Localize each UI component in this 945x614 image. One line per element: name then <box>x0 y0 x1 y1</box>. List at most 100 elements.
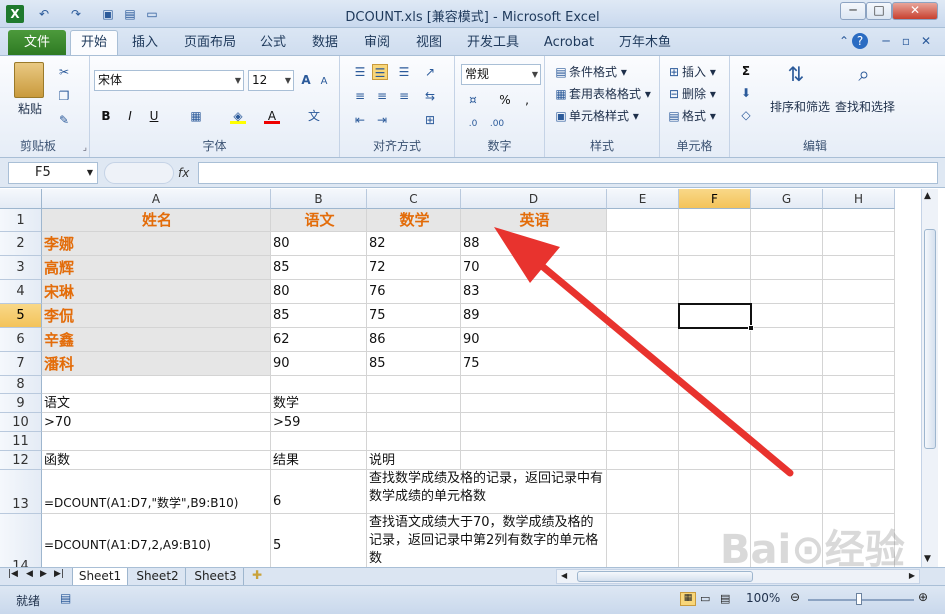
increase-indent-icon[interactable]: ⇥ <box>374 112 390 128</box>
insert-cells-button[interactable]: ⊞ 插入 ▾ <box>666 63 716 80</box>
group-font: 宋体 ▼ 12 ▼ A A B I U ▦ ◈ A 文 字体 <box>90 56 340 157</box>
font-size-combo[interactable]: 12 ▼ <box>248 70 294 91</box>
normal-view-icon[interactable]: ▦ <box>680 592 696 606</box>
zoom-out-icon[interactable]: ⊖ <box>790 590 800 604</box>
tab-insert[interactable]: 插入 <box>124 32 166 54</box>
close-button[interactable]: ✕ <box>892 2 938 20</box>
orientation-icon[interactable]: ↗ <box>422 64 438 80</box>
underline-button[interactable]: U <box>146 108 162 124</box>
format-as-table-button[interactable]: ▦ 套用表格格式 ▾ <box>553 85 651 102</box>
insert-cells-label: 插入 <box>682 65 707 79</box>
tab-review[interactable]: 审阅 <box>358 32 396 54</box>
tab-file[interactable]: 文件 <box>8 30 66 55</box>
horizontal-scrollbar[interactable]: ◀ ▶ <box>556 569 920 584</box>
formula-bar-handle[interactable] <box>104 162 174 184</box>
wrap-text-icon[interactable]: ⇆ <box>422 88 438 104</box>
paste-icon[interactable] <box>14 62 44 98</box>
font-name-combo[interactable]: 宋体 ▼ <box>94 70 244 91</box>
scroll-right-icon[interactable]: ▶ <box>909 571 915 580</box>
sheet-tab-1[interactable]: Sheet1 <box>72 568 128 585</box>
decrease-indent-icon[interactable]: ⇤ <box>352 112 368 128</box>
tab-data[interactable]: 数据 <box>306 32 344 54</box>
doc-minimize-icon[interactable]: ─ <box>878 33 894 49</box>
find-select-icon[interactable]: ⌕ <box>850 62 878 94</box>
sheet-tab-2[interactable]: Sheet2 <box>130 568 186 585</box>
cut-icon[interactable]: ✂ <box>56 64 72 80</box>
insert-function-icon[interactable]: fx <box>178 166 189 180</box>
collapse-ribbon-icon[interactable]: ⌃ <box>836 33 852 49</box>
scroll-thumb[interactable] <box>924 229 936 449</box>
fill-icon[interactable]: ⬇ <box>738 85 754 101</box>
delete-cells-button[interactable]: ⊟ 删除 ▾ <box>666 85 716 102</box>
align-left-icon[interactable]: ≡ <box>352 88 368 104</box>
zoom-level[interactable]: 100% <box>746 591 780 605</box>
paste-button[interactable]: 粘贴 <box>18 100 42 117</box>
decrease-decimal-icon[interactable]: .00 <box>489 116 505 132</box>
scroll-up-icon[interactable]: ▲ <box>924 191 931 201</box>
tab-formulas[interactable]: 公式 <box>254 32 292 54</box>
bold-button[interactable]: B <box>98 108 114 124</box>
tab-acrobat[interactable]: Acrobat <box>540 32 598 54</box>
tab-wannian[interactable]: 万年木鱼 <box>614 32 676 54</box>
last-sheet-icon[interactable]: ▶| <box>54 569 64 579</box>
prev-sheet-icon[interactable]: ◀ <box>26 569 33 579</box>
sort-filter-icon[interactable]: ⇅ <box>782 62 810 94</box>
clear-icon[interactable]: ◇ <box>738 107 754 123</box>
borders-icon[interactable]: ▦ <box>188 108 204 124</box>
align-bottom-icon[interactable]: ☰ <box>396 64 412 80</box>
tab-home[interactable]: 开始 <box>70 30 118 56</box>
align-middle-icon[interactable]: ☰ <box>372 64 388 80</box>
help-icon[interactable]: ? <box>852 33 868 49</box>
percent-button[interactable]: % <box>497 92 513 108</box>
page-layout-view-icon[interactable]: ▭ <box>700 592 710 605</box>
format-cells-button[interactable]: ▤ 格式 ▾ <box>666 107 716 124</box>
name-box[interactable]: F5 ▼ <box>8 162 98 184</box>
maximize-button[interactable]: □ <box>866 2 892 20</box>
align-right-icon[interactable]: ≡ <box>396 88 412 104</box>
tab-page-layout[interactable]: 页面布局 <box>178 32 242 54</box>
currency-icon[interactable]: ¤ <box>465 92 481 108</box>
phonetic-icon[interactable]: 文 <box>306 108 322 124</box>
first-sheet-icon[interactable]: |◀ <box>8 569 18 579</box>
zoom-slider[interactable] <box>808 593 914 605</box>
cell-styles-button[interactable]: ▣ 单元格样式 ▾ <box>553 107 639 124</box>
scroll-down-icon[interactable]: ▼ <box>924 554 931 564</box>
macro-record-icon[interactable]: ▤ <box>60 591 71 605</box>
doc-restore-icon[interactable]: ▫ <box>898 33 914 49</box>
sheet-tab-3[interactable]: Sheet3 <box>188 568 244 585</box>
align-center-icon[interactable]: ≡ <box>374 88 390 104</box>
next-sheet-icon[interactable]: ▶ <box>40 569 47 579</box>
formula-input[interactable] <box>198 162 938 184</box>
tab-developer[interactable]: 开发工具 <box>462 32 524 54</box>
italic-button[interactable]: I <box>122 108 138 124</box>
worksheet-grid[interactable]: ABCDEFGH 1 2 3 4 5 6 7 8 9 10 11 12 13 14 姓名 语文 数学 英语 李娜 8… <box>0 189 945 567</box>
fill-color-icon[interactable]: ◈ <box>230 108 246 124</box>
sort-filter-button[interactable]: 排序和筛选 <box>770 98 830 115</box>
doc-close-icon[interactable]: ✕ <box>918 33 934 49</box>
grow-font-icon[interactable]: A <box>298 72 314 88</box>
increase-decimal-icon[interactable]: .0 <box>465 116 481 132</box>
number-format-combo[interactable]: 常规 ▼ <box>461 64 541 85</box>
insert-sheet-icon[interactable]: ✚ <box>252 568 262 582</box>
copy-icon[interactable]: ❐ <box>56 88 72 104</box>
hscroll-thumb[interactable] <box>577 571 753 582</box>
format-painter-icon[interactable]: ✎ <box>56 112 72 128</box>
page-break-view-icon[interactable]: ▤ <box>720 592 730 605</box>
tab-view[interactable]: 视图 <box>410 32 448 54</box>
font-color-icon[interactable]: A <box>264 108 280 124</box>
zoom-slider-thumb[interactable] <box>856 593 862 605</box>
insert-icon: ⊞ <box>668 65 680 79</box>
dialog-launcher-icon[interactable]: ⌟ <box>83 143 87 153</box>
vertical-scrollbar[interactable]: ▲ ▼ <box>921 189 938 567</box>
shrink-font-icon[interactable]: A <box>316 74 332 90</box>
comma-button[interactable]: , <box>519 92 535 108</box>
align-top-icon[interactable]: ☰ <box>352 64 368 80</box>
find-select-button[interactable]: 查找和选择 <box>835 98 895 115</box>
scroll-left-icon[interactable]: ◀ <box>561 571 567 580</box>
conditional-format-button[interactable]: ▤ 条件格式 ▾ <box>553 63 627 80</box>
group-label-styles: 样式 <box>589 139 614 153</box>
minimize-button[interactable]: ─ <box>840 2 866 20</box>
merge-center-icon[interactable]: ⊞ <box>422 112 438 128</box>
zoom-in-icon[interactable]: ⊕ <box>918 590 928 604</box>
autosum-icon[interactable]: Σ <box>738 63 754 79</box>
